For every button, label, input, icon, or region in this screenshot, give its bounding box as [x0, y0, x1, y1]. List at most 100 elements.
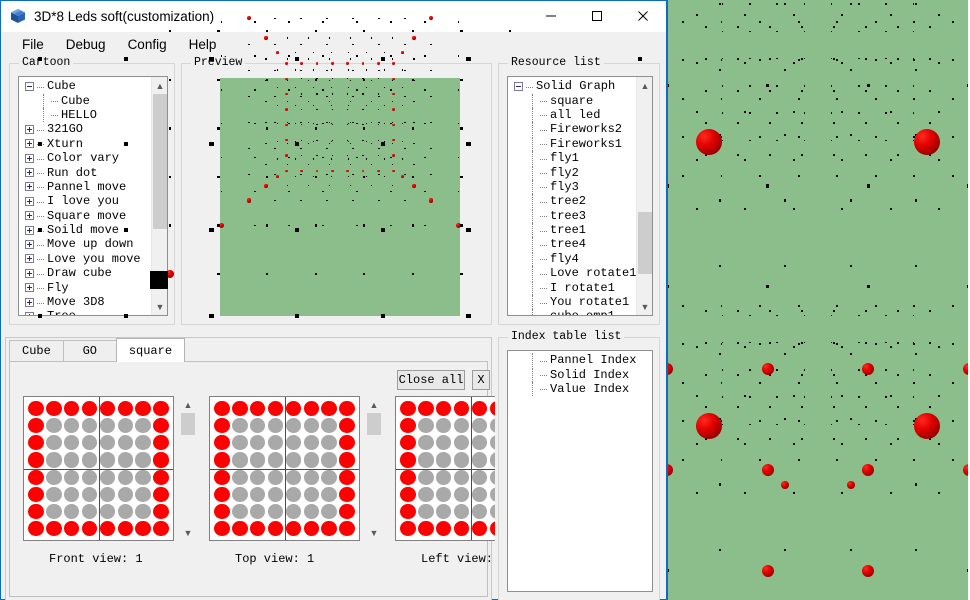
tree-node[interactable]: Love you move — [19, 252, 151, 266]
led-cell[interactable] — [117, 503, 134, 519]
tree-expand-icon[interactable] — [25, 196, 34, 206]
tree-expand-icon[interactable] — [25, 168, 34, 178]
index-tree-list[interactable]: Pannel Index Solid Index Value Index — [508, 353, 652, 591]
led-cell[interactable] — [214, 435, 230, 451]
led-cell[interactable] — [135, 520, 151, 536]
resource-tree[interactable]: Solid Graph square all led Fireworks2 Firewo… — [507, 76, 653, 316]
led-cell[interactable] — [99, 520, 116, 536]
scroll-up-icon[interactable]: ▲ — [366, 396, 382, 413]
led-cell[interactable] — [435, 469, 452, 485]
led-cell[interactable] — [46, 452, 62, 468]
led-cell[interactable] — [303, 469, 320, 485]
led-cell[interactable] — [285, 503, 302, 519]
scroll-track[interactable] — [152, 94, 167, 298]
led-cell[interactable] — [249, 503, 266, 519]
led-cell[interactable] — [249, 469, 266, 485]
led-cell[interactable] — [453, 520, 470, 536]
resource-tree-list[interactable]: Solid Graph square all led Fireworks2 Firewo… — [508, 79, 636, 315]
led-cell[interactable] — [471, 401, 488, 417]
led-cell[interactable] — [46, 401, 62, 417]
led-cell[interactable] — [471, 418, 488, 434]
scroll-thumb[interactable] — [181, 413, 195, 435]
front-view-scrollbar[interactable]: ▲ ▼ — [180, 396, 196, 541]
led-cell[interactable] — [400, 452, 416, 468]
led-cell[interactable] — [489, 401, 495, 417]
led-cell[interactable] — [400, 418, 416, 434]
led-cell[interactable] — [232, 503, 248, 519]
minimize-button[interactable] — [528, 1, 574, 32]
scroll-thumb[interactable] — [153, 94, 167, 229]
led-cell[interactable] — [153, 469, 169, 485]
led-cell[interactable] — [81, 486, 98, 502]
led-cell[interactable] — [99, 469, 116, 485]
led-cell[interactable] — [321, 520, 337, 536]
led-cell[interactable] — [153, 401, 169, 417]
tree-node[interactable]: Cube — [19, 79, 151, 93]
led-cell[interactable] — [418, 469, 434, 485]
led-cell[interactable] — [321, 435, 337, 451]
led-cell[interactable] — [489, 503, 495, 519]
led-cell[interactable] — [453, 452, 470, 468]
tree-expand-icon[interactable] — [25, 311, 34, 315]
led-cell[interactable] — [28, 520, 44, 536]
tree-node[interactable]: tree3 — [508, 208, 636, 223]
led-cell[interactable] — [339, 435, 355, 451]
tree-node[interactable]: Cube — [19, 93, 151, 108]
led-cell[interactable] — [153, 520, 169, 536]
tree-node[interactable]: Fireworks2 — [508, 122, 636, 137]
led-cell[interactable] — [267, 435, 284, 451]
led-cell[interactable] — [46, 418, 62, 434]
tree-expand-icon[interactable] — [25, 283, 34, 293]
led-cell[interactable] — [232, 452, 248, 468]
led-cell[interactable] — [99, 503, 116, 519]
scroll-track[interactable] — [180, 413, 196, 524]
tree-node[interactable]: 321GO — [19, 122, 151, 136]
scroll-thumb[interactable] — [367, 413, 381, 435]
led-cell[interactable] — [339, 418, 355, 434]
led-cell[interactable] — [267, 418, 284, 434]
led-cell[interactable] — [303, 452, 320, 468]
maximize-button[interactable] — [574, 1, 620, 32]
led-cell[interactable] — [81, 520, 98, 536]
led-cell[interactable] — [28, 469, 44, 485]
tree-node[interactable]: Move up down — [19, 237, 151, 251]
top-view-grid[interactable] — [209, 396, 360, 541]
front-view-grid[interactable] — [23, 396, 174, 541]
led-cell[interactable] — [285, 435, 302, 451]
cube-render-top[interactable] — [668, 0, 968, 300]
close-all-button[interactable]: Close all — [397, 370, 465, 390]
led-cell[interactable] — [453, 486, 470, 502]
led-cell[interactable] — [321, 503, 337, 519]
tree-node[interactable]: Run dot — [19, 165, 151, 180]
led-cell[interactable] — [471, 486, 488, 502]
led-cell[interactable] — [267, 401, 284, 417]
tree-expand-icon[interactable] — [25, 182, 34, 192]
led-cell[interactable] — [435, 503, 452, 519]
led-cell[interactable] — [117, 520, 134, 536]
tree-node[interactable]: You rotate1 — [508, 295, 636, 310]
led-cell[interactable] — [135, 486, 151, 502]
tree-node[interactable]: I rotate1 — [508, 280, 636, 295]
led-cell[interactable] — [321, 469, 337, 485]
led-cell[interactable] — [46, 520, 62, 536]
led-cell[interactable] — [46, 435, 62, 451]
top-view-scrollbar[interactable]: ▲ ▼ — [366, 396, 382, 541]
led-cell[interactable] — [285, 469, 302, 485]
led-cell[interactable] — [232, 520, 248, 536]
tree-node[interactable]: tree1 — [508, 223, 636, 238]
led-cell[interactable] — [63, 452, 80, 468]
led-cell[interactable] — [135, 435, 151, 451]
led-cell[interactable] — [135, 469, 151, 485]
led-cell[interactable] — [435, 486, 452, 502]
tree-expand-icon[interactable] — [25, 239, 34, 249]
led-cell[interactable] — [249, 435, 266, 451]
tree-expand-icon[interactable] — [25, 225, 34, 235]
led-cell[interactable] — [232, 418, 248, 434]
led-cell[interactable] — [285, 418, 302, 434]
led-cell[interactable] — [46, 486, 62, 502]
led-cell[interactable] — [267, 520, 284, 536]
led-cell[interactable] — [339, 520, 355, 536]
led-cell[interactable] — [46, 503, 62, 519]
left-view-grid[interactable] — [395, 396, 495, 541]
led-cell[interactable] — [117, 486, 134, 502]
